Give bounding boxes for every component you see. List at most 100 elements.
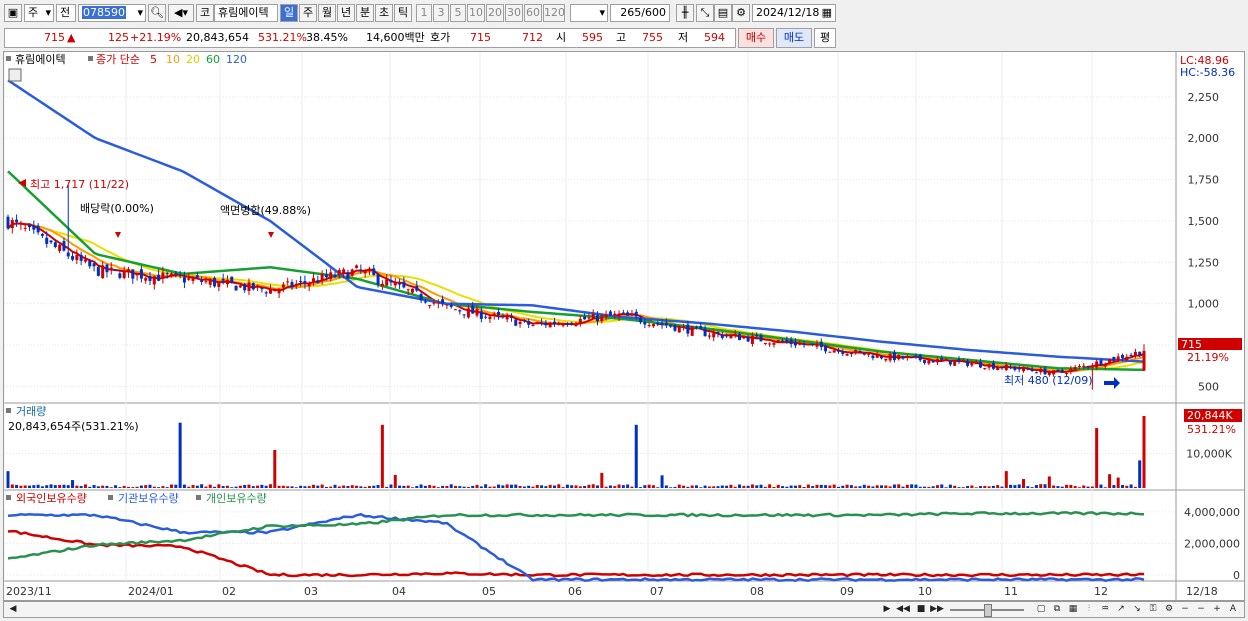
candle-body <box>1073 367 1077 370</box>
candle-body <box>518 321 522 324</box>
candle-body <box>505 316 509 320</box>
layout-single-icon[interactable]: ▢ <box>1034 603 1048 616</box>
date-field[interactable]: 2024/12/18 ▦ <box>752 4 836 22</box>
minute-5-button[interactable]: 5 <box>450 4 466 22</box>
code-input[interactable]: 078590 ▾ <box>78 4 146 22</box>
candle-body <box>410 288 414 293</box>
stock-chart[interactable]: 5007501,0001,2501,5001,7502,0002,25010,0… <box>3 52 1244 600</box>
x-tick-label: 03 <box>304 585 318 598</box>
volume-bar <box>815 484 819 488</box>
timeframe-4-button[interactable]: 분 <box>356 4 374 22</box>
minute-10-button[interactable]: 10 <box>467 4 485 22</box>
layout-split-icon[interactable]: ⧉ <box>1050 603 1064 616</box>
volume-bar <box>712 486 716 488</box>
gear-icon[interactable]: ⚙ <box>732 4 750 22</box>
volume-bar <box>819 484 823 488</box>
candle-body <box>858 351 862 353</box>
layout-icon[interactable]: ▣ <box>4 4 22 22</box>
candle-body <box>1103 363 1107 367</box>
high-value: 755 <box>642 31 663 44</box>
minute-30-button[interactable]: 30 <box>505 4 523 22</box>
count-field[interactable]: 265/600 <box>610 4 670 22</box>
minus-icon[interactable]: − <box>1194 603 1208 616</box>
timeframe-1-button[interactable]: 주 <box>299 4 317 22</box>
settings-small-icon[interactable]: ⚙ <box>1162 603 1176 616</box>
minute-3-button[interactable]: 3 <box>433 4 449 22</box>
search-icon[interactable]: 🔍︎ <box>148 4 166 22</box>
ma60-legend: 60 <box>206 53 220 66</box>
play-icon[interactable]: ▶ <box>880 603 894 616</box>
layout-grid-icon[interactable]: ▦ <box>1066 603 1080 616</box>
stop-icon[interactable]: ■ <box>914 603 928 616</box>
forward-icon[interactable]: ▶▶ <box>930 603 944 616</box>
candle-icon[interactable]: ╫ <box>676 4 694 22</box>
rewind-icon[interactable]: ◀◀ <box>896 603 910 616</box>
candle-body <box>815 343 819 347</box>
volume-bar <box>213 486 217 488</box>
volume-bar <box>828 485 832 488</box>
volume-bar <box>552 485 556 488</box>
x-tick-label: 2024/01 <box>128 585 174 598</box>
lock-icon[interactable]: ⚿ <box>1146 603 1160 616</box>
volume-bar <box>445 485 449 488</box>
minute-custom-select[interactable]: ▾ <box>570 4 608 22</box>
volume-bar <box>1043 484 1047 488</box>
timeframe-3-button[interactable]: 년 <box>337 4 355 22</box>
timeframe-2-button[interactable]: 월 <box>318 4 336 22</box>
chart-area[interactable]: 5007501,0001,2501,5001,7502,0002,25010,0… <box>3 51 1245 601</box>
indicator-icon[interactable]: ♒ <box>1098 603 1112 616</box>
candle-body <box>53 242 57 248</box>
candle-body <box>221 278 225 281</box>
market-button[interactable]: 코 <box>196 4 214 22</box>
volume-bar <box>398 485 402 488</box>
volume-bar <box>763 486 767 488</box>
zoom-out-icon[interactable]: − <box>1178 603 1192 616</box>
stock-name-field[interactable]: 휴림에이텍 <box>214 4 278 22</box>
minute-20-button[interactable]: 20 <box>486 4 504 22</box>
save-icon[interactable]: ▤ <box>714 4 732 22</box>
minute-60-button[interactable]: 60 <box>524 4 542 22</box>
candle-body <box>686 324 690 334</box>
zoom-slider-thumb[interactable] <box>984 604 992 617</box>
volume-bar <box>1142 415 1146 488</box>
timeframe-0-button[interactable]: 일 <box>280 4 298 22</box>
candle-body <box>798 343 802 345</box>
chart-scrollbar[interactable]: ◀ ▶ ◀◀ ■ ▶▶ ▢ ⧉ ▦ ⫶ ♒ ↗ ↘ ⚿ ⚙ − − + A <box>3 601 1245 618</box>
volume-bar <box>303 486 307 488</box>
mode-button[interactable]: 전 <box>56 4 76 22</box>
minute-120-button[interactable]: 120 <box>543 4 565 22</box>
sound-icon[interactable]: ◀▾ <box>168 4 194 22</box>
candle-body <box>776 340 780 342</box>
scroll-left-icon[interactable]: ◀ <box>6 603 20 616</box>
buy-button[interactable]: 매수 <box>738 28 774 48</box>
draw-icon[interactable]: ⤡ <box>696 4 714 22</box>
volume-bar <box>557 484 561 488</box>
timeframe-5-button[interactable]: 초 <box>375 4 393 22</box>
volume-bar <box>105 485 109 488</box>
candle-body <box>987 364 991 368</box>
minute-1-button[interactable]: 1 <box>416 4 432 22</box>
font-size-icon[interactable]: A <box>1226 603 1240 616</box>
trend-icon[interactable]: ↘ <box>1130 603 1144 616</box>
candle-body <box>109 267 113 270</box>
candle-body <box>565 323 569 325</box>
volume-bar <box>561 487 565 488</box>
zoom-in-icon[interactable]: + <box>1210 603 1224 616</box>
period-select[interactable]: 주 ▾ <box>24 4 54 22</box>
volume-bar <box>380 424 384 488</box>
chart-type-icon[interactable]: ⫶ <box>1082 603 1096 616</box>
candle-body <box>651 323 655 327</box>
flat-button[interactable]: 평 <box>814 28 836 48</box>
candle-body <box>703 328 707 337</box>
table-icon[interactable] <box>8 68 22 82</box>
candle-body <box>204 281 208 283</box>
candle-body <box>802 343 806 345</box>
line-tool-icon[interactable]: ↗ <box>1114 603 1128 616</box>
candle-body <box>273 290 277 292</box>
legend-marker <box>88 56 93 61</box>
sell-button[interactable]: 매도 <box>776 28 812 48</box>
volume-bar <box>126 486 130 488</box>
timeframe-6-button[interactable]: 틱 <box>394 4 412 22</box>
candle-body <box>174 272 178 274</box>
volume-bar <box>1073 486 1077 488</box>
